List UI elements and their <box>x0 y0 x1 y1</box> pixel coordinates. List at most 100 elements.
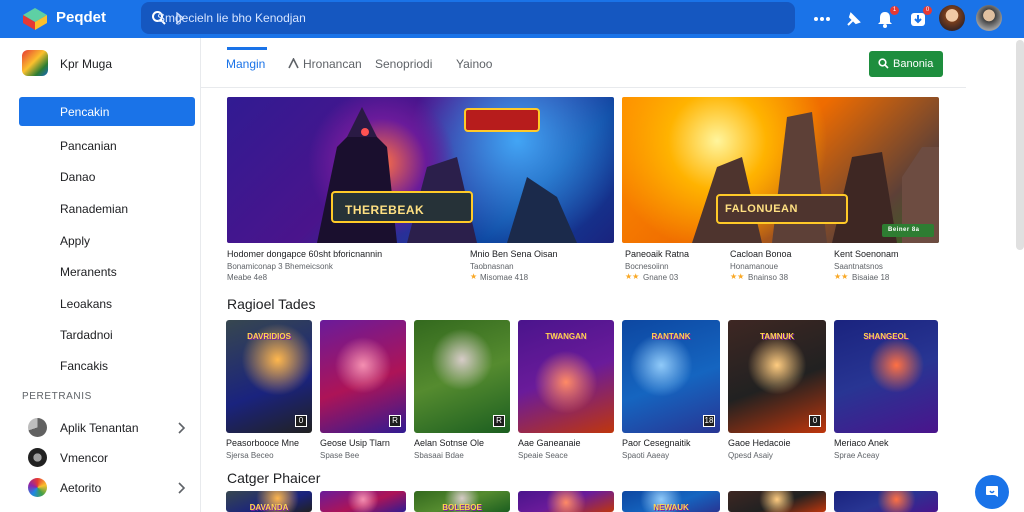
tab-senopriodi[interactable]: Senopriodi <box>375 57 432 71</box>
hero-title-art: THEREBEAK <box>345 203 425 217</box>
tab-mangin[interactable]: Mangin <box>226 57 265 71</box>
game-tile[interactable]: TAMNUK 0 <box>728 320 826 433</box>
image-icon <box>32 264 47 279</box>
sidebar-item-label: Leoakans <box>60 297 113 311</box>
profile-avatar[interactable] <box>939 5 965 31</box>
app-brand-name: Peqdet <box>56 9 107 26</box>
search-input[interactable]: Smgecieln lie bho Kenodjan <box>157 11 306 25</box>
tile-title-art: NEWAUK <box>653 503 689 512</box>
game-tile[interactable]: R <box>320 320 406 433</box>
compass-icon <box>32 169 47 184</box>
sidebar-item[interactable]: Pancanian <box>19 131 195 160</box>
featured-subtitle: Honamanoue <box>730 262 779 271</box>
sidebar-item[interactable]: Meranents <box>19 257 195 286</box>
section-title: Catger Phaicer <box>227 470 321 486</box>
game-tile[interactable]: RANTANK 18 <box>622 320 720 433</box>
sidebar-item-label: Tardadnoi <box>60 328 113 342</box>
featured-banner[interactable]: THEREBEAK <box>227 97 614 243</box>
sidebar-item[interactable]: Apply <box>19 226 195 255</box>
featured-banner[interactable]: FALONUEAN Beiner 8a <box>622 97 939 243</box>
chevron-right-icon[interactable] <box>176 481 186 495</box>
featured-subtitle: Bocnesoiinn <box>625 262 669 271</box>
hero-badge: Beiner 8a <box>888 227 920 233</box>
tile-subtitle: Sbasaai Bdae <box>414 451 464 460</box>
star-icon: ★★ <box>730 272 745 281</box>
account-name: Kpr Muga <box>60 57 113 71</box>
sidebar-app-item[interactable]: Aetorito <box>19 475 195 503</box>
chart-icon <box>32 296 47 311</box>
game-tile[interactable] <box>834 491 938 512</box>
tab-hronancan[interactable]: Hronancan <box>303 57 362 71</box>
star-icon: ★ <box>470 272 478 281</box>
tile-title[interactable]: Aae Ganeanaie <box>518 438 581 448</box>
age-rating-badge: R <box>389 415 401 427</box>
sidebar-item-label: Fancakis <box>60 359 109 373</box>
more-dots-icon[interactable] <box>812 9 832 29</box>
chat-icon <box>986 486 998 497</box>
age-rating-badge: 0 <box>295 415 307 427</box>
tile-title[interactable]: Aelan Sotnse Ole <box>414 438 484 448</box>
downloads-button[interactable]: 0 <box>908 6 932 29</box>
game-tile[interactable]: TWANGAN <box>518 320 614 433</box>
tile-subtitle: Spase Bee <box>320 451 360 460</box>
notifications-button[interactable]: 1 <box>875 6 899 29</box>
sidebar-app-item[interactable]: Aplik Tenantan <box>19 415 195 443</box>
sidebar-item-label: Pencakin <box>60 105 110 119</box>
game-tile[interactable]: DAVANDA <box>226 491 312 512</box>
chevron-right-icon[interactable] <box>176 421 186 435</box>
age-rating-badge: 18 <box>703 415 715 427</box>
sidebar-item[interactable]: Fancakis <box>19 351 195 380</box>
tile-title-art: TWANGAN <box>545 332 587 341</box>
featured-title[interactable]: Mnio Ben Sena Oisan <box>470 249 558 259</box>
game-tile[interactable] <box>728 491 826 512</box>
star-icon: ★★ <box>834 272 849 281</box>
sidebar-item[interactable]: Pencakin <box>19 97 195 126</box>
tile-title-art: BOLEBOE <box>442 503 482 512</box>
tile-title[interactable]: Gaoe Hedacoie <box>728 438 791 448</box>
star-icon: ★★ <box>625 272 640 281</box>
featured-rating: Misomae 418 <box>480 273 529 282</box>
tile-title[interactable]: Meriaco Anek <box>834 438 889 448</box>
sidebar-app-item[interactable]: Vmencor <box>19 445 195 473</box>
account-avatar[interactable] <box>22 50 48 76</box>
sidebar-item[interactable]: Tardadnoi <box>19 320 195 349</box>
age-rating-badge: 0 <box>809 415 821 427</box>
featured-title[interactable]: Paneoaik Ratna <box>625 249 689 259</box>
game-tile[interactable]: DAVRIDIOS 0 <box>226 320 312 433</box>
featured-title[interactable]: Cacloan Bonoa <box>730 249 792 259</box>
app-icon <box>28 418 47 437</box>
store-icon <box>32 104 47 119</box>
game-tile[interactable]: R <box>414 320 510 433</box>
sidebar-item-label: Danao <box>60 170 96 184</box>
game-tile[interactable]: BOLEBOE <box>414 491 510 512</box>
featured-title[interactable]: Hodomer dongapce 60sht bforicnannin <box>227 249 382 259</box>
tile-title-art: DAVRIDIOS <box>247 332 291 341</box>
sidebar-item-label: Meranents <box>60 265 117 279</box>
game-tile[interactable] <box>320 491 406 512</box>
primary-action-button[interactable]: Banonia <box>869 51 943 77</box>
game-tile[interactable]: SHANGEOL <box>834 320 938 433</box>
game-tile[interactable] <box>518 491 614 512</box>
search-icon <box>878 58 889 69</box>
page-scrollbar[interactable] <box>1016 40 1024 250</box>
sidebar-app-label: Aplik Tenantan <box>60 421 139 435</box>
sidebar-item-label: Pancanian <box>60 139 117 153</box>
app-logo-icon[interactable] <box>22 7 48 31</box>
featured-subtitle: Bonamiconap 3 Bhemeicsonk <box>227 262 333 271</box>
tool-icon <box>32 233 47 248</box>
help-fab[interactable] <box>975 475 1009 509</box>
tab-yainoo[interactable]: Yainoo <box>456 57 492 71</box>
game-tile[interactable]: NEWAUK <box>622 491 720 512</box>
pin-icon[interactable] <box>844 9 864 29</box>
search-bar[interactable]: Smgecieln lie bho Kenodjan <box>141 2 795 34</box>
sidebar-item[interactable]: Danao <box>19 162 195 191</box>
circle-icon <box>32 358 47 373</box>
second-account-avatar[interactable] <box>976 5 1002 31</box>
sidebar-item[interactable]: Ranademian <box>19 194 195 223</box>
wrench-icon <box>32 201 47 216</box>
sidebar-item[interactable]: Leoakans <box>19 289 195 318</box>
featured-title[interactable]: Kent Soenonam <box>834 249 899 259</box>
tile-title[interactable]: Peasorbooce Mne <box>226 438 299 448</box>
tile-title[interactable]: Paor Cesegnaitik <box>622 438 691 448</box>
tile-title[interactable]: Geose Usip Tlarn <box>320 438 390 448</box>
